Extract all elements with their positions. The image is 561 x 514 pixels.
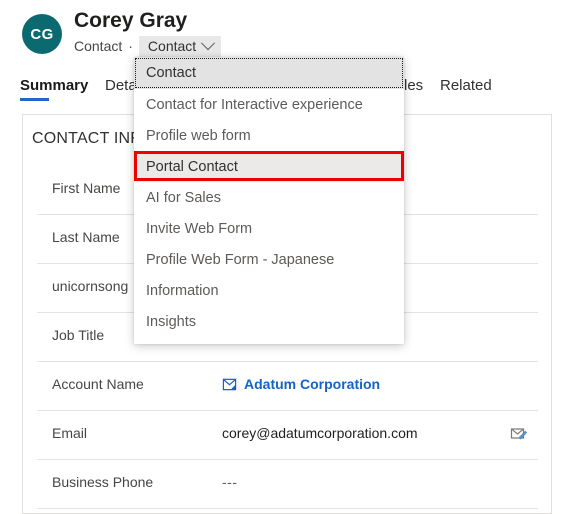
field-label: Business Phone <box>52 474 154 490</box>
compose-email-icon[interactable] <box>510 425 528 443</box>
entity-label: Contact <box>74 38 123 54</box>
section-title: CONTACT INF <box>32 130 141 147</box>
menu-item-invite-web-form[interactable]: Invite Web Form <box>134 213 404 244</box>
menu-item-profile-web-form-japanese[interactable]: Profile Web Form - Japanese <box>134 244 404 275</box>
account-name-text: Adatum Corporation <box>244 376 381 392</box>
field-row-business-phone[interactable]: Business Phone --- <box>37 460 538 509</box>
page-title: Corey Gray <box>74 9 188 32</box>
field-label: Last Name <box>52 229 120 245</box>
form-selector-menu: Contact Contact for Interactive experien… <box>134 57 404 344</box>
menu-item-profile-web-form[interactable]: Profile web form <box>134 120 404 151</box>
form-selector-button[interactable]: Contact <box>138 35 222 57</box>
menu-item-contact-for-interactive-experience[interactable]: Contact for Interactive experience <box>134 89 404 120</box>
title-block: Corey Gray Contact · Contact <box>74 8 222 57</box>
field-label: Email <box>52 425 88 441</box>
menu-item-portal-contact[interactable]: Portal Contact <box>134 151 404 182</box>
form-selector-label: Contact <box>147 37 197 54</box>
menu-item-ai-for-sales[interactable]: AI for Sales <box>134 182 404 213</box>
field-label: Account Name <box>52 376 144 392</box>
active-tab-indicator <box>20 98 49 101</box>
field-value[interactable]: --- <box>222 474 238 490</box>
breadcrumb: Contact · Contact <box>74 35 222 57</box>
account-name-value[interactable]: Adatum Corporation <box>222 376 380 392</box>
tab-details[interactable]: Deta <box>105 76 137 96</box>
menu-item-insights[interactable]: Insights <box>134 306 404 337</box>
field-row-email[interactable]: Email corey@adatumcorporation.com <box>37 411 538 460</box>
menu-item-contact[interactable]: Contact <box>134 57 404 89</box>
account-card-icon <box>222 378 237 390</box>
tab-summary[interactable]: Summary <box>20 76 88 96</box>
avatar: CG <box>22 14 62 54</box>
email-value[interactable]: corey@adatumcorporation.com <box>222 425 418 441</box>
tab-related[interactable]: Related <box>440 76 492 96</box>
chevron-down-icon <box>201 35 216 50</box>
tab-files[interactable]: les <box>404 76 423 96</box>
field-row-account-name[interactable]: Account Name Adatum Corporation <box>37 362 538 411</box>
field-label: unicornsong <box>52 278 129 294</box>
breadcrumb-separator: · <box>128 38 133 54</box>
field-label: Job Title <box>52 327 105 343</box>
menu-item-information[interactable]: Information <box>134 275 404 306</box>
field-label: First Name <box>52 180 121 196</box>
